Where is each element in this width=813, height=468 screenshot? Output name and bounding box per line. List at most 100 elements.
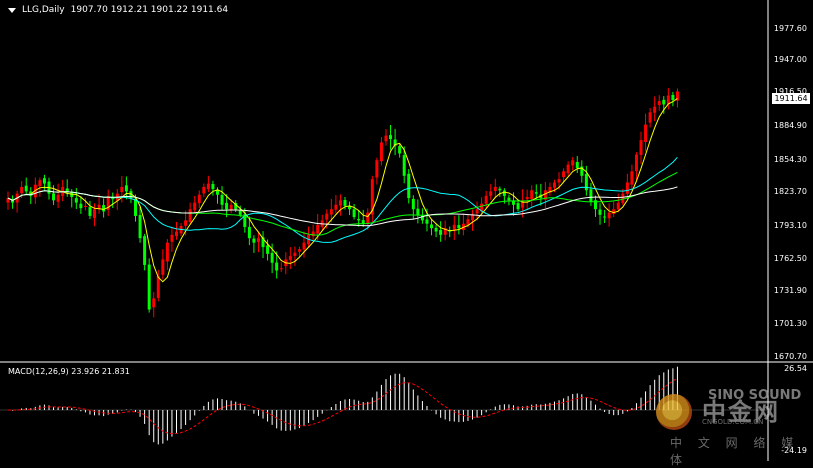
- candle-body: [375, 160, 379, 178]
- candle-body: [471, 214, 475, 220]
- chart-window[interactable]: LLG,Daily 1907.70 1912.21 1901.22 1911.6…: [0, 0, 813, 467]
- candle-body: [657, 101, 661, 106]
- candle-body: [598, 209, 602, 215]
- candle-body: [357, 218, 361, 221]
- candle-body: [662, 99, 666, 105]
- watermark-slogan: 中 文 网 络 媒 体: [670, 436, 800, 467]
- candle-body: [352, 209, 356, 218]
- candle-body: [170, 234, 174, 242]
- candle-body: [534, 192, 538, 194]
- current-price-tag: 1911.64: [772, 93, 810, 104]
- candle-body: [266, 245, 270, 254]
- candle-body: [452, 224, 456, 230]
- candle-body: [184, 220, 188, 226]
- dropdown-triangle-icon[interactable]: [8, 7, 16, 13]
- candle-body: [398, 146, 402, 154]
- candle-body: [325, 213, 329, 220]
- candle-body: [156, 276, 160, 298]
- candle-body: [102, 205, 106, 212]
- candle-body: [297, 249, 301, 252]
- candle-body: [612, 209, 616, 214]
- price-tick: 1823.70: [773, 187, 807, 196]
- candle-body: [42, 178, 46, 184]
- candle-body: [475, 209, 479, 214]
- candle-body: [498, 188, 502, 191]
- candle-body: [147, 264, 151, 310]
- candle-body: [407, 173, 411, 199]
- cngold-logo-icon: [656, 394, 692, 430]
- candle-body: [625, 182, 629, 194]
- price-tick: 1977.60: [773, 24, 807, 33]
- candle-body: [229, 204, 233, 211]
- candle-body: [293, 252, 297, 257]
- price-tick: 1731.90: [773, 286, 807, 295]
- candle-body: [193, 202, 197, 211]
- candle-body: [38, 180, 42, 187]
- candle-body: [256, 238, 260, 242]
- candle-body: [93, 209, 97, 218]
- watermark-name-en: SINO SOUND: [708, 388, 802, 403]
- candle-body: [52, 193, 56, 201]
- candle-body: [211, 184, 215, 190]
- candle-body: [152, 298, 156, 308]
- candle-body: [138, 215, 142, 239]
- candle-body: [88, 207, 92, 216]
- macd-axis-max: 26.54: [784, 364, 807, 373]
- candle-body: [644, 124, 648, 142]
- candle-body: [329, 209, 333, 215]
- candle-body: [143, 236, 147, 265]
- candle-body: [389, 135, 393, 140]
- candle-body: [607, 212, 611, 219]
- candle-body: [434, 227, 438, 232]
- candle-body: [220, 194, 224, 205]
- candle-body: [575, 161, 579, 168]
- candle-body: [334, 204, 338, 210]
- candle-body: [175, 231, 178, 237]
- candle-body: [65, 188, 69, 192]
- candle-body: [484, 195, 488, 204]
- candle-body: [379, 142, 383, 162]
- candle-body: [603, 216, 607, 218]
- watermark-tag: CNGOLD.COM.CN: [702, 418, 764, 426]
- candle-body: [24, 185, 28, 192]
- candle-body: [252, 238, 256, 243]
- candle-body: [466, 219, 470, 225]
- candle-body: [507, 197, 511, 201]
- candle-body: [279, 268, 283, 270]
- candle-body: [489, 191, 493, 196]
- candle-body: [206, 183, 210, 190]
- candle-body: [56, 194, 60, 202]
- candle-body: [653, 106, 657, 113]
- candle-body: [79, 203, 83, 209]
- price-tick: 1854.30: [773, 155, 807, 164]
- candle-body: [197, 194, 201, 204]
- candle-body: [411, 198, 415, 210]
- candle-body: [648, 112, 652, 123]
- candle-body: [621, 193, 625, 203]
- candle-body: [343, 200, 347, 206]
- candle-body: [366, 212, 370, 225]
- symbol-label: LLG,Daily: [22, 5, 65, 15]
- candle-body: [552, 182, 556, 188]
- price-tick: 1701.30: [773, 319, 807, 328]
- candle-body: [425, 219, 429, 224]
- candle-body: [275, 262, 279, 271]
- candle-body: [639, 140, 643, 155]
- candle-body: [97, 204, 101, 209]
- candle-body: [202, 186, 206, 194]
- candle-body: [439, 230, 443, 235]
- candle-body: [270, 252, 274, 263]
- candle-body: [384, 135, 388, 142]
- candle-body: [430, 224, 434, 229]
- candle-body: [562, 171, 566, 178]
- candle-body: [566, 164, 570, 174]
- candle-body: [120, 186, 124, 193]
- candle-body: [571, 160, 575, 166]
- candle-body: [671, 94, 675, 101]
- candle-body: [402, 155, 406, 176]
- candle-body: [516, 203, 520, 210]
- price-tick: 1947.00: [773, 55, 807, 64]
- candle-body: [316, 224, 320, 234]
- candle-body: [83, 205, 87, 207]
- candle-body: [302, 242, 306, 250]
